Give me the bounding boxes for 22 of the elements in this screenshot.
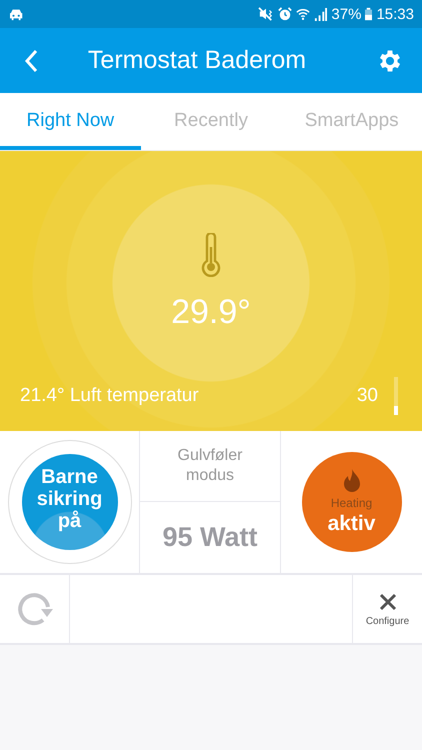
signal-icon	[314, 8, 328, 20]
configure-button[interactable]: Configure	[352, 575, 422, 643]
air-temperature: 21.4° Luft temperatur	[20, 385, 199, 407]
temperature-reading: 29.9°	[171, 293, 251, 332]
tab[interactable]: Recently	[140, 93, 282, 150]
battery-icon	[365, 7, 372, 21]
tab[interactable]: SmartApps	[281, 93, 422, 150]
back-icon	[24, 48, 38, 72]
heating-state: aktiv	[328, 512, 376, 536]
battery-percent: 37%	[331, 6, 362, 22]
thermometer-icon	[201, 233, 221, 277]
flame-icon	[342, 468, 362, 494]
wifi-icon	[296, 7, 310, 21]
mode-label: Gulvføler modus	[178, 446, 242, 486]
power-reading: 95 Watt	[162, 522, 258, 553]
child-lock-button[interactable]: Barne sikring på	[22, 454, 118, 550]
mute-vibrate-icon	[258, 7, 274, 21]
clock-time: 15:33	[376, 6, 414, 22]
setpoint-value: 30	[356, 385, 378, 407]
heating-label: Heating	[330, 496, 372, 510]
screen-title: Termostat Baderom	[86, 46, 308, 75]
alarm-icon	[278, 7, 292, 21]
